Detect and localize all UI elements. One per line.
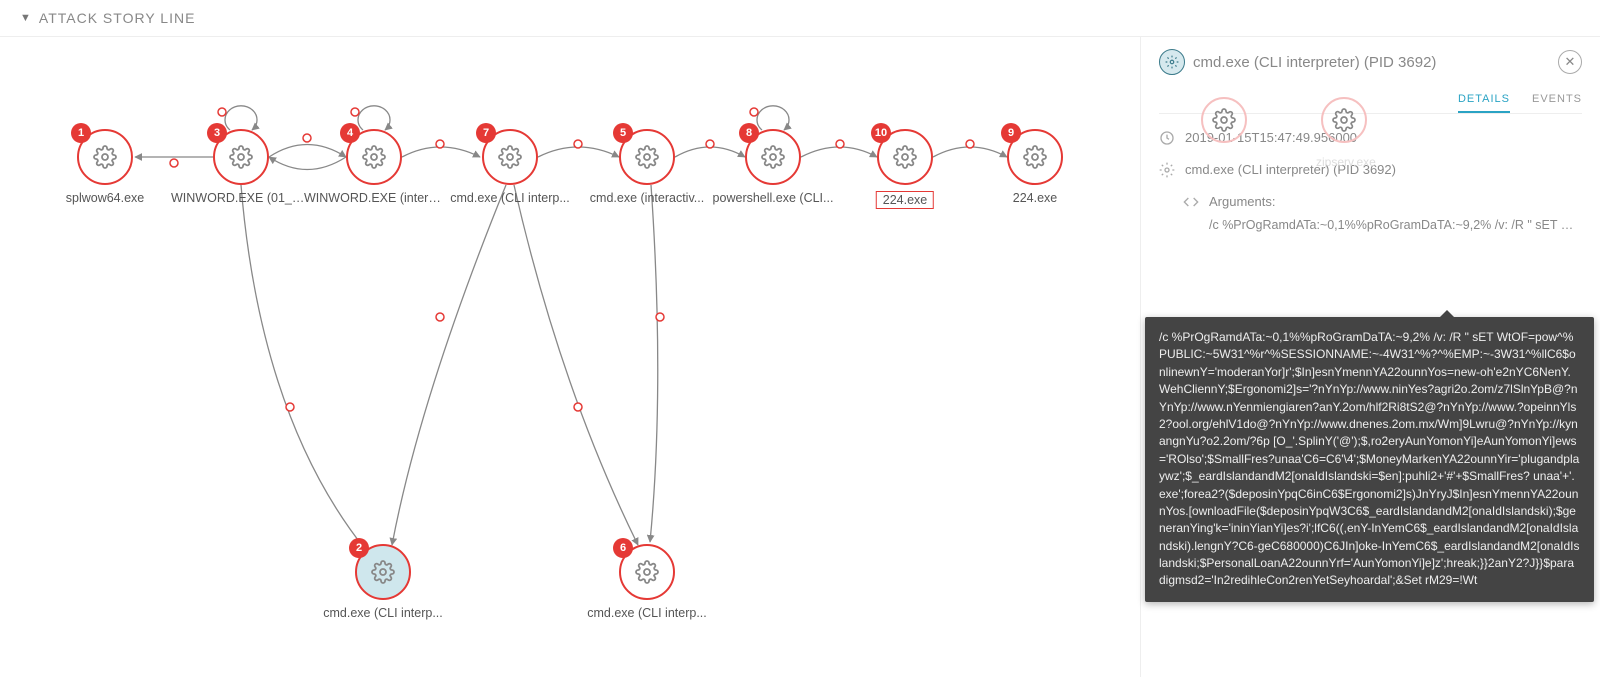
graph-node-n4[interactable]: 4WINWORD.EXE (intera... (346, 129, 402, 185)
node-badge: 4 (340, 123, 360, 143)
graph-node-n3[interactable]: 3WINWORD.EXE (01_19_. (213, 129, 269, 185)
node-badge: 7 (476, 123, 496, 143)
node-label: WINWORD.EXE (intera... (304, 191, 444, 205)
node-badge: 6 (613, 538, 633, 558)
arguments-preview: /c %PrOgRamdATa:~0,1%%pRoGramDaTA:~9,2% … (1209, 218, 1582, 232)
section-title: ATTACK STORY LINE (39, 10, 196, 26)
node-label: splwow64.exe (66, 191, 145, 205)
node-badge: 1 (71, 123, 91, 143)
graph-node-n7[interactable]: 7cmd.exe (CLI interp... (482, 129, 538, 185)
node-label: 224.exe (876, 191, 934, 209)
node-label: cmd.exe (CLI interp... (323, 606, 443, 620)
main-content: 1splwow64.exe3WINWORD.EXE (01_19_.4WINWO… (0, 37, 1600, 677)
code-icon (1183, 194, 1199, 210)
tab-events[interactable]: EVENTS (1532, 93, 1582, 113)
node-label: cmd.exe (interactiv... (590, 191, 704, 205)
gear-icon (1159, 49, 1185, 75)
section-header: ▼ ATTACK STORY LINE (0, 0, 1600, 37)
graph-node-n8[interactable]: 8powershell.exe (CLI... (745, 129, 801, 185)
node-badge: 10 (871, 123, 891, 143)
graph-node-n1[interactable]: 1splwow64.exe (77, 129, 133, 185)
tab-details[interactable]: DETAILS (1458, 93, 1510, 113)
bg-node-icon (1201, 97, 1247, 143)
collapse-icon[interactable]: ▼ (20, 12, 31, 24)
panel-header: cmd.exe (CLI interpreter) (PID 3692) ✕ (1159, 49, 1582, 75)
graph-area[interactable]: 1splwow64.exe3WINWORD.EXE (01_19_.4WINWO… (0, 37, 1140, 677)
node-badge: 2 (349, 538, 369, 558)
details-panel: zipserv.exe cmd.exe (CLI interpreter) (P… (1140, 37, 1600, 677)
graph-node-n2[interactable]: 2cmd.exe (CLI interp... (355, 544, 411, 600)
clock-icon (1159, 130, 1175, 146)
arguments-label: Arguments: (1209, 194, 1275, 209)
node-label: cmd.exe (CLI interp... (450, 191, 570, 205)
bg-node-label: zipserv.exe (1316, 155, 1376, 169)
node-badge: 8 (739, 123, 759, 143)
node-label: cmd.exe (CLI interp... (587, 606, 707, 620)
bg-node-icon (1321, 97, 1367, 143)
node-label: 224.exe (1013, 191, 1057, 205)
node-label: powershell.exe (CLI... (713, 191, 834, 205)
graph-node-n5[interactable]: 5cmd.exe (interactiv... (619, 129, 675, 185)
close-button[interactable]: ✕ (1558, 50, 1582, 74)
panel-title: cmd.exe (CLI interpreter) (PID 3692) (1193, 54, 1436, 71)
node-badge: 3 (207, 123, 227, 143)
detail-arguments: Arguments: (1183, 194, 1582, 210)
arguments-tooltip: /c %PrOgRamdATa:~0,1%%pRoGramDaTA:~9,2% … (1145, 317, 1594, 602)
graph-node-n6[interactable]: 6cmd.exe (CLI interp... (619, 544, 675, 600)
graph-node-n9[interactable]: 9224.exe (1007, 129, 1063, 185)
graph-edges (0, 37, 1140, 677)
node-label: WINWORD.EXE (01_19_. (171, 191, 311, 205)
node-badge: 9 (1001, 123, 1021, 143)
node-badge: 5 (613, 123, 633, 143)
gear-icon (1159, 162, 1175, 178)
graph-node-n10[interactable]: 10224.exe (877, 129, 933, 185)
